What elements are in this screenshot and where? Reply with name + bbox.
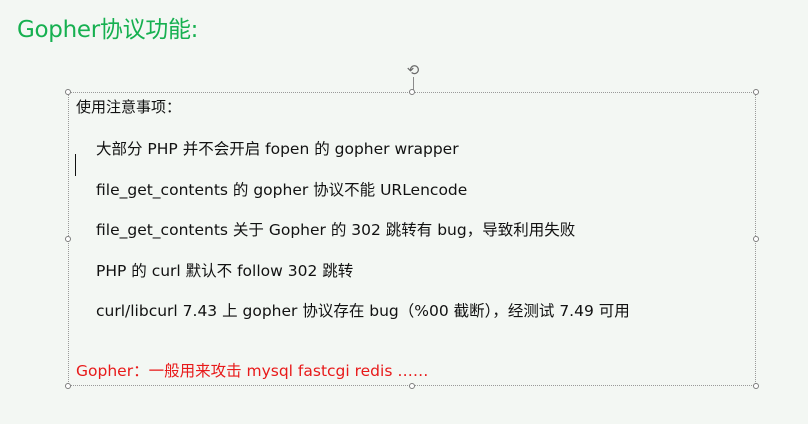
resize-handle-top-center[interactable] (409, 89, 415, 95)
text-cursor (75, 154, 76, 176)
resize-handle-middle-left[interactable] (65, 236, 71, 242)
resize-handle-bottom-center[interactable] (409, 383, 415, 389)
list-item: 大部分 PHP 并不会开启 fopen 的 gopher wrapper (96, 140, 459, 158)
rotate-icon[interactable]: ⟲ (405, 62, 421, 78)
list-item: curl/libcurl 7.43 上 gopher 协议存在 bug（%00 … (96, 302, 630, 320)
slide-title: Gopher协议功能: (17, 17, 199, 43)
list-item: file_get_contents 关于 Gopher 的 302 跳转有 bu… (96, 221, 576, 239)
resize-handle-middle-right[interactable] (753, 236, 759, 242)
footer-note: Gopher：一般用来攻击 mysql fastcgi redis …… (76, 362, 429, 380)
resize-handle-top-left[interactable] (65, 89, 71, 95)
notes-heading: 使用注意事项： (76, 98, 182, 116)
resize-handle-bottom-left[interactable] (65, 383, 71, 389)
resize-handle-bottom-right[interactable] (753, 383, 759, 389)
resize-handle-top-right[interactable] (753, 89, 759, 95)
list-item: file_get_contents 的 gopher 协议不能 URLencod… (96, 181, 468, 199)
list-item: PHP 的 curl 默认不 follow 302 跳转 (96, 262, 354, 280)
